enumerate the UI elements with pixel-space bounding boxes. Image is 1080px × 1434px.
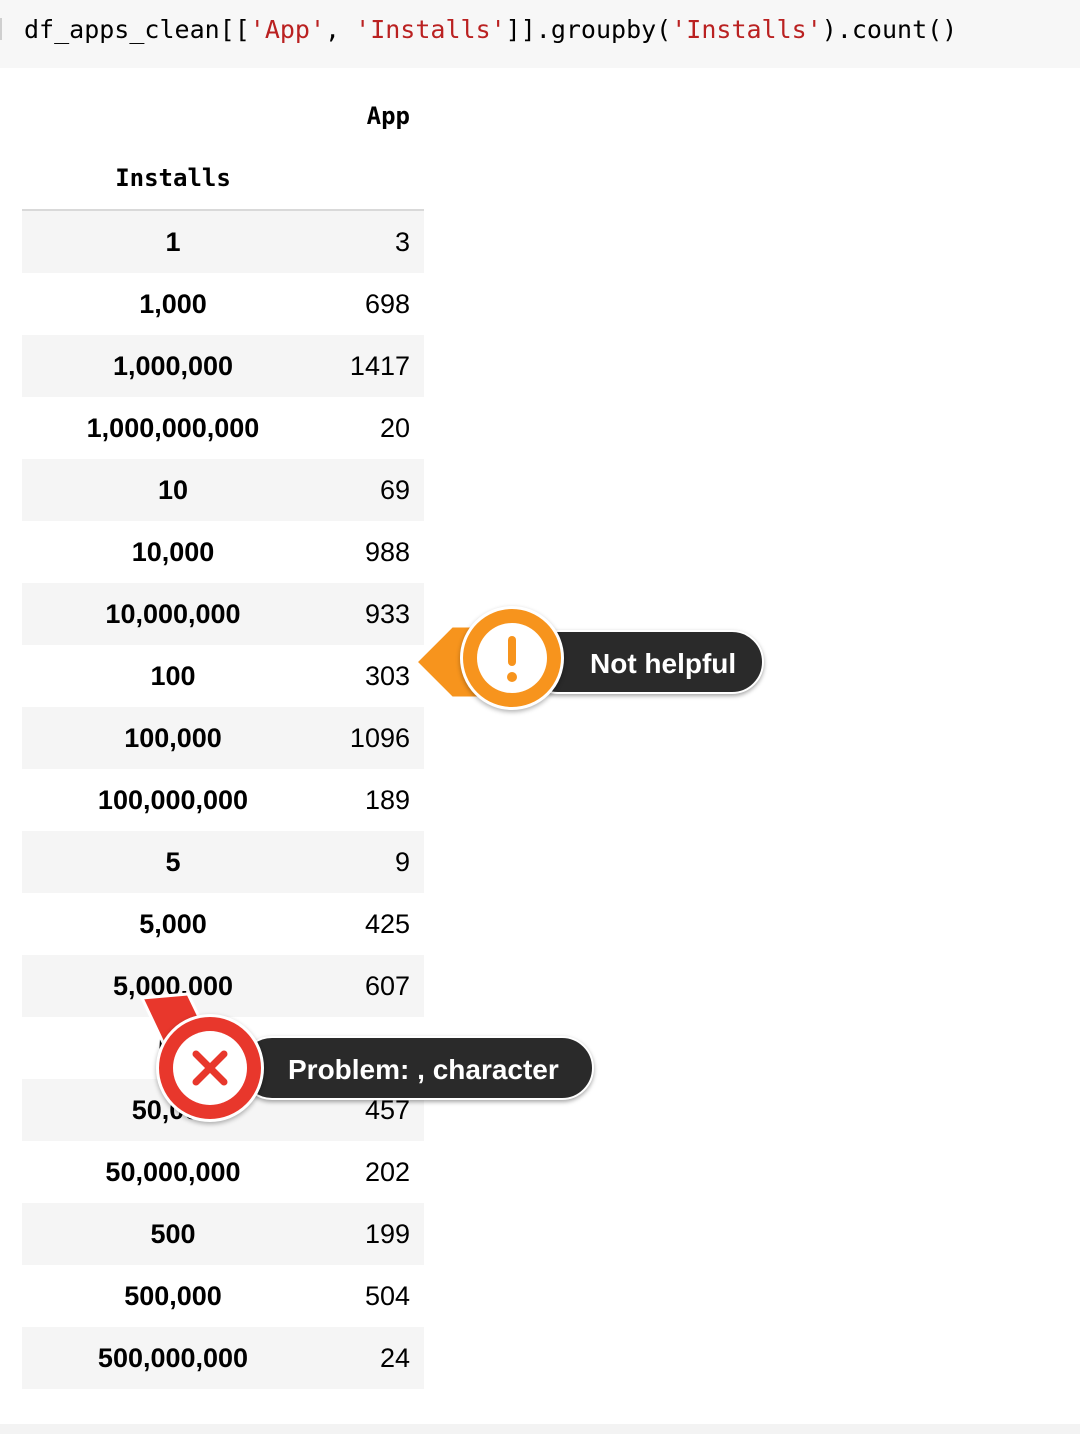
table-row: 100,000,000 189 xyxy=(22,769,424,831)
code-token: , xyxy=(325,15,356,44)
row-value-app-count: 504 xyxy=(364,1280,410,1311)
row-value-app-count: 24 xyxy=(379,1342,410,1373)
row-index-installs: 1 xyxy=(165,226,181,257)
row-index-installs: 100,000,000 xyxy=(97,784,249,815)
row-index-installs: 1,000 xyxy=(139,288,207,319)
row-index-installs: 1,000,000,000 xyxy=(86,412,260,443)
row-index-installs: 50,000,000 xyxy=(105,1156,241,1187)
column-header-app: App xyxy=(366,102,410,130)
table-row: 59 xyxy=(22,831,424,893)
table-row: 100,000 1096 xyxy=(22,707,424,769)
table-row: 10,000,000 933 xyxy=(22,583,424,645)
table-row: 10 69 xyxy=(22,459,424,521)
table-row: 1,000 698 xyxy=(22,273,424,335)
code-line[interactable]: df_apps_clean[['App', 'Installs']].group… xyxy=(24,12,957,48)
row-value-app-count: 69 xyxy=(379,474,410,505)
row-value-app-count: 9 xyxy=(394,846,410,877)
row-index-installs: 500,000 xyxy=(124,1280,222,1311)
index-name: Installs xyxy=(22,147,324,211)
row-value-app-count: 202 xyxy=(364,1156,410,1187)
table-row: 50,000,000 202 xyxy=(22,1141,424,1203)
x-icon xyxy=(192,1050,228,1086)
cell-gutter xyxy=(0,18,2,40)
bottom-divider xyxy=(0,1424,1080,1434)
row-value-app-count: 189 xyxy=(364,784,410,815)
table-row: 100 303 xyxy=(22,645,424,707)
row-value-app-count: 303 xyxy=(364,660,410,691)
row-value-app-count: 1096 xyxy=(349,722,410,753)
row-index-installs: 1,000,000 xyxy=(112,350,234,381)
exclamation-icon xyxy=(507,636,517,682)
code-token: ]].groupby( xyxy=(505,15,672,44)
row-index-installs: 500 xyxy=(150,1218,196,1249)
code-string: 'Installs' xyxy=(355,15,506,44)
dataframe-output: App Installs 1 3 1,000 698 1,000,000 1417 1,00… xyxy=(22,85,424,1389)
code-cell[interactable]: df_apps_clean[['App', 'Installs']].group… xyxy=(0,0,1080,68)
table-row: 13 xyxy=(22,210,424,273)
row-value-app-count: 425 xyxy=(364,908,410,939)
table-row: 1,000,000 1417 xyxy=(22,335,424,397)
row-value-app-count: 3 xyxy=(394,226,410,257)
code-token: ).count() xyxy=(821,15,958,44)
table-row: 500,000 504 xyxy=(22,1265,424,1327)
error-callout: Problem: , character xyxy=(136,990,596,1126)
row-index-installs: 500,000,000 xyxy=(97,1342,249,1373)
row-value-app-count: 698 xyxy=(364,288,410,319)
corner-header xyxy=(22,85,324,147)
index-name-spacer xyxy=(324,147,424,211)
row-index-installs: 10 xyxy=(157,474,189,505)
row-value-app-count: 199 xyxy=(364,1218,410,1249)
error-badge xyxy=(156,1014,264,1122)
error-label: Problem: , character xyxy=(240,1036,594,1100)
row-index-installs: 5,000 xyxy=(139,908,207,939)
warning-callout: Not helpful xyxy=(412,606,768,718)
row-value-app-count: 988 xyxy=(364,536,410,567)
row-index-installs: 10,000 xyxy=(131,536,215,567)
row-index-installs: 100,000 xyxy=(124,722,222,753)
table-row: 500 199 xyxy=(22,1203,424,1265)
table-row: 1,000,000,000 20 xyxy=(22,397,424,459)
row-index-installs: 100 xyxy=(150,660,196,691)
code-string: 'App' xyxy=(249,15,326,44)
row-index-installs: 10,000,000 xyxy=(105,598,241,629)
row-value-app-count: 20 xyxy=(379,412,410,443)
table-row: 10,000 988 xyxy=(22,521,424,583)
table-row: 500,000,000 24 xyxy=(22,1327,424,1389)
code-string: 'Installs' xyxy=(671,15,822,44)
code-token: df_apps_clean[[ xyxy=(24,15,250,44)
row-value-app-count: 933 xyxy=(364,598,410,629)
row-value-app-count: 1417 xyxy=(349,350,410,381)
table-row: 5,000 425 xyxy=(22,893,424,955)
warning-badge xyxy=(460,606,564,710)
row-index-installs: 5 xyxy=(165,846,181,877)
